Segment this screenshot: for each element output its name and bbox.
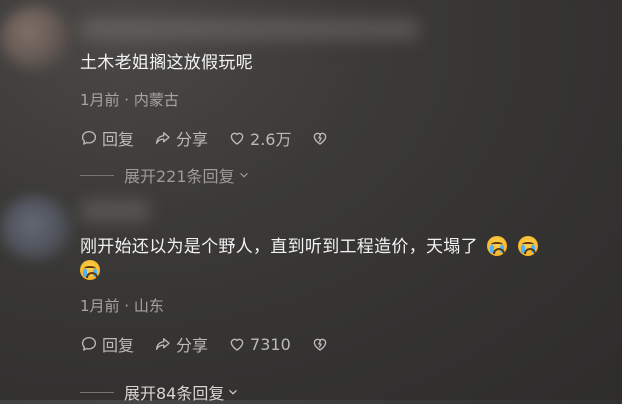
chevron-down-icon [229, 389, 238, 395]
crying-face-icon [518, 236, 539, 256]
expand-replies-button[interactable]: 展开221条回复 [80, 163, 251, 187]
like-count: 7310 [250, 334, 291, 354]
dislike-heart-icon [314, 132, 327, 145]
divider-line [80, 391, 114, 393]
share-button[interactable]: 分享 [154, 332, 208, 356]
share-icon [155, 338, 170, 350]
share-button[interactable]: 分享 [154, 126, 208, 150]
divider-line [80, 174, 114, 176]
comment-body: 刚开始还以为是个野人，直到听到工程造价，天塌了 [80, 237, 478, 257]
comment-actions: 回复 分享 7310 [80, 332, 598, 356]
dislike-button[interactable] [311, 129, 333, 147]
crying-face-icon [80, 260, 100, 280]
reply-button[interactable]: 回复 [80, 126, 134, 150]
expand-replies-button[interactable]: 展开84条回复 [80, 380, 240, 404]
comment-text: 刚开始还以为是个野人，直到听到工程造价，天塌了 [80, 235, 598, 283]
reply-icon [81, 336, 97, 351]
username-blurred[interactable] [80, 200, 150, 222]
share-label: 分享 [176, 130, 209, 149]
avatar[interactable] [0, 196, 72, 260]
username-blurred[interactable] [80, 18, 420, 40]
reply-label: 回复 [102, 130, 135, 149]
comment-item: 土木老姐搁这放假玩呢 1月前 · 内蒙古 回复 分享 2.6万 [80, 51, 598, 150]
expand-replies-label: 展开221条回复 [124, 167, 235, 186]
dislike-heart-icon [313, 338, 327, 351]
comment-text: 土木老姐搁这放假玩呢 [80, 53, 253, 73]
like-heart-icon [230, 132, 244, 145]
avatar[interactable] [0, 6, 72, 70]
comment-item: 刚开始还以为是个野人，直到听到工程造价，天塌了 1月前 · 山东 回复 分享 7… [80, 235, 598, 356]
like-heart-icon [230, 338, 244, 351]
like-button[interactable]: 2.6万 [228, 126, 291, 150]
like-count: 2.6万 [250, 130, 292, 149]
share-icon [155, 132, 170, 144]
share-label: 分享 [176, 336, 209, 355]
reply-button[interactable]: 回复 [80, 332, 134, 356]
dislike-button[interactable] [311, 335, 333, 353]
comment-meta: 1月前 · 内蒙古 [80, 91, 179, 109]
comment-meta: 1月前 · 山东 [80, 297, 164, 315]
like-button[interactable]: 7310 [228, 335, 291, 354]
crying-face-icon [486, 236, 507, 256]
expand-replies-label: 展开84条回复 [124, 384, 225, 403]
reply-icon [81, 130, 97, 145]
comment-actions: 回复 分享 2.6万 [80, 126, 598, 150]
chevron-down-icon [239, 172, 248, 178]
reply-label: 回复 [102, 336, 135, 355]
